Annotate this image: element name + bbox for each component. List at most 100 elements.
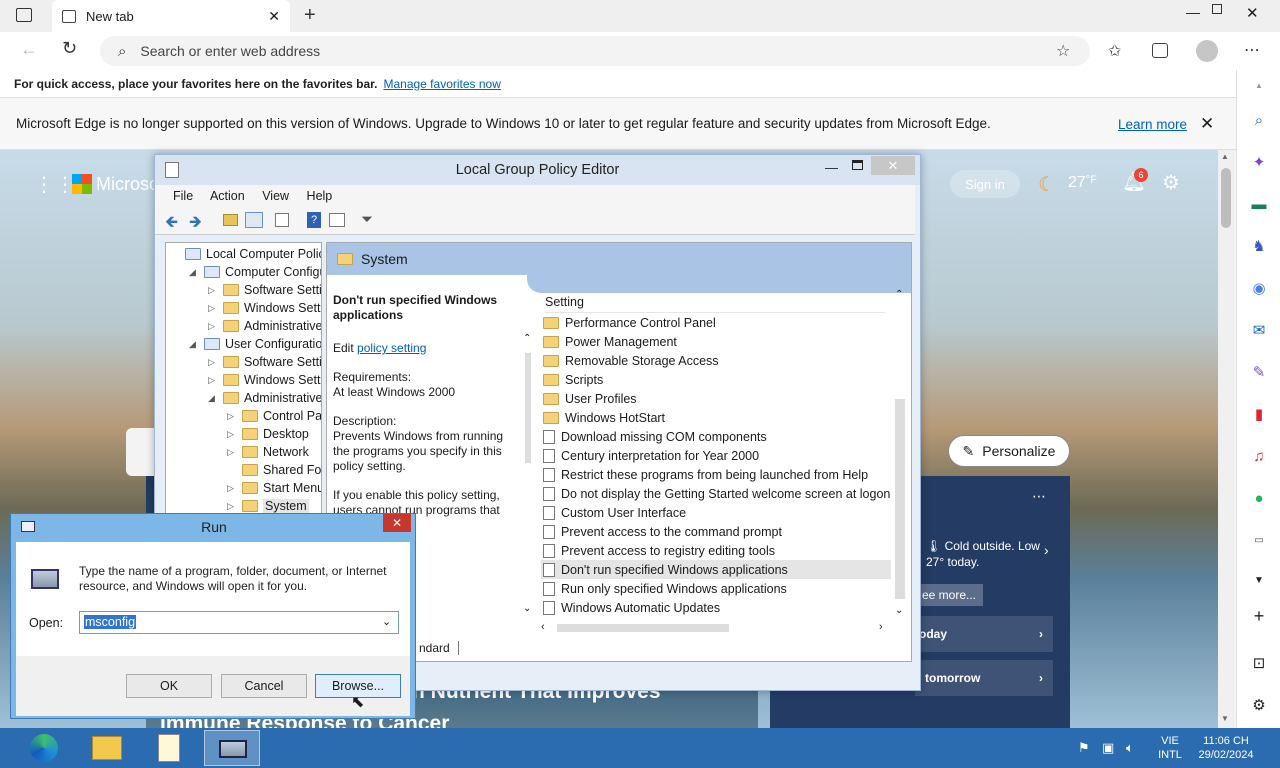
tree-item[interactable]: ▷ Start Menu ar — [227, 481, 321, 495]
setting-row[interactable]: Do not display the Getting Started welco… — [541, 484, 891, 503]
tomorrow-row[interactable]: tomorrow › — [915, 660, 1053, 696]
properties-icon[interactable] — [329, 213, 345, 227]
settings-gear-icon[interactable]: ⚙ — [1162, 170, 1180, 195]
minimize-icon[interactable]: — — [1186, 4, 1200, 20]
sidebar-scroll-up-icon[interactable]: ▲ — [1249, 76, 1269, 96]
tree-expand-icon[interactable]: ▷ — [227, 483, 237, 494]
setting-row[interactable]: User Profiles — [541, 389, 891, 408]
add-favorite-icon[interactable]: ☆ — [1056, 41, 1070, 61]
menu-view[interactable]: View — [262, 189, 289, 203]
gp-minimize-icon[interactable]: — — [825, 160, 838, 175]
close-info-icon[interactable]: ✕ — [1200, 114, 1214, 134]
list-scroll-down-icon[interactable]: ⌄ — [895, 605, 903, 616]
open-combobox[interactable]: msconfig ⌄ — [79, 611, 399, 634]
list-scroll-thumb[interactable] — [895, 399, 905, 599]
tree-expand-icon[interactable]: ◢ — [189, 339, 199, 350]
hscroll-right-icon[interactable]: › — [879, 621, 883, 633]
setting-row[interactable]: Restrict these programs from being launc… — [541, 465, 891, 484]
setting-row[interactable]: Performance Control Panel — [541, 313, 891, 332]
card-more-icon[interactable]: ⋯ — [1032, 488, 1046, 505]
sidebar-add-icon[interactable]: + — [1249, 606, 1269, 626]
gp-close-button[interactable]: ✕ — [871, 156, 915, 175]
tree-item[interactable]: ◢ Administrative Te — [208, 391, 321, 405]
notepad-taskbar-icon[interactable] — [158, 734, 180, 762]
forward-arrow-icon[interactable]: 🡺 — [189, 211, 202, 238]
tree-item[interactable]: ◢ User Configuration — [189, 337, 321, 351]
restore-icon[interactable] — [1212, 4, 1222, 14]
learn-more-link[interactable]: Learn more — [1118, 117, 1187, 132]
tree-item[interactable]: ◢ Computer Configura — [189, 265, 321, 279]
back-arrow-icon[interactable]: 🡸 — [165, 211, 178, 238]
file-explorer-taskbar-icon[interactable] — [92, 736, 122, 760]
scroll-up-icon[interactable]: ▲ — [1221, 152, 1229, 161]
menu-help[interactable]: Help — [307, 189, 333, 203]
sidebar-search-icon[interactable]: ⌕ — [1249, 111, 1269, 131]
collections-icon[interactable] — [1152, 43, 1168, 58]
tab-actions-icon[interactable] — [16, 8, 32, 22]
tidal-icon[interactable]: ▭ — [1249, 531, 1269, 551]
more-options-icon[interactable]: ⋯ — [1244, 40, 1260, 60]
music-icon[interactable]: ♫ — [1249, 447, 1269, 467]
setting-row[interactable]: Windows Automatic Updates — [541, 598, 891, 617]
desc-scroll-down-icon[interactable]: ⌄ — [523, 603, 531, 614]
gp-maximize-icon[interactable] — [852, 160, 863, 170]
list-scrollbar[interactable]: ⌃ ⌄ — [893, 289, 907, 619]
setting-row[interactable]: Don't run specified Windows applications — [541, 560, 891, 579]
run-close-button[interactable]: ✕ — [383, 514, 411, 532]
tree-item[interactable]: ▷ Windows Setting — [208, 373, 321, 387]
office-icon[interactable]: ◉ — [1249, 279, 1269, 299]
tree-expand-icon[interactable]: ▷ — [227, 429, 237, 440]
setting-row[interactable]: Download missing COM components — [541, 427, 891, 446]
setting-column-header[interactable]: Setting — [545, 293, 885, 313]
shopping-icon[interactable]: ▬ — [1249, 195, 1269, 215]
setting-row[interactable]: Prevent access to the command prompt — [541, 522, 891, 541]
tree-expand-icon[interactable]: ▷ — [227, 447, 237, 458]
page-scrollbar[interactable]: ▲ ▼ — [1218, 150, 1234, 728]
address-bar[interactable]: ⌕ Search or enter web address — [100, 36, 1090, 66]
tray-volume-icon[interactable]: 🔈︎ — [1126, 740, 1134, 756]
close-tab-icon[interactable]: ✕ — [268, 8, 280, 25]
setting-row[interactable]: Custom User Interface — [541, 503, 891, 522]
filter-icon[interactable]: ⏷ — [361, 211, 373, 228]
help-icon[interactable]: ? — [307, 212, 321, 228]
tree-item[interactable]: ▷ Software Settings — [208, 355, 321, 369]
setting-row[interactable]: Removable Storage Access — [541, 351, 891, 370]
scroll-down-icon[interactable]: ▼ — [1221, 714, 1229, 723]
tree-expand-icon[interactable]: ▷ — [208, 285, 218, 296]
ok-button[interactable]: OK — [126, 674, 212, 698]
tree-expand-icon[interactable]: ▷ — [208, 321, 218, 332]
personalize-button[interactable]: ✎ Personalize — [948, 435, 1070, 467]
up-folder-icon[interactable] — [223, 214, 238, 226]
favorites-icon[interactable]: ✩ — [1108, 41, 1121, 61]
desc-scroll-thumb[interactable] — [525, 353, 531, 463]
tree-expand-icon[interactable]: ▷ — [208, 357, 218, 368]
tree-expand-icon[interactable]: ▷ — [227, 411, 237, 422]
tab-new-tab[interactable]: New tab ✕ — [52, 0, 290, 32]
menu-file[interactable]: File — [173, 189, 193, 203]
chart-app-icon[interactable]: ▮ — [1249, 405, 1269, 425]
tab-standard[interactable]: ndard — [417, 641, 459, 655]
tray-network-icon[interactable]: ▣ — [1102, 740, 1114, 756]
tree-expand-icon[interactable]: ▷ — [208, 375, 218, 386]
description-scrollbar[interactable]: ⌃ ⌄ — [523, 333, 533, 623]
input-language[interactable]: VIE INTL — [1152, 734, 1188, 762]
copilot-icon[interactable]: ✦ — [1249, 153, 1269, 173]
tree-item[interactable]: ▷ Software Settings — [208, 283, 321, 297]
sidebar-split-icon[interactable]: ⊡ — [1249, 654, 1269, 674]
clock[interactable]: 11:06 CH 29/02/2024 — [1194, 734, 1258, 762]
desc-scroll-up-icon[interactable]: ⌃ — [523, 333, 531, 344]
tree-item[interactable]: ▷ Windows Setting — [208, 301, 321, 315]
today-row[interactable]: oday › — [915, 616, 1053, 652]
sidebar-settings-icon[interactable]: ⚙ — [1249, 696, 1269, 716]
menu-action[interactable]: Action — [210, 189, 245, 203]
tree-item[interactable]: ▷ Administrative Te — [208, 319, 321, 333]
tree-item[interactable]: Shared Folder — [227, 463, 321, 477]
tree-expand-icon[interactable]: ▷ — [208, 303, 218, 314]
outlook-icon[interactable]: ✉ — [1249, 321, 1269, 341]
hscroll-left-icon[interactable]: ‹ — [541, 621, 545, 633]
tree-expand-icon[interactable]: ◢ — [189, 267, 199, 278]
setting-row[interactable]: Century interpretation for Year 2000 — [541, 446, 891, 465]
new-tab-icon[interactable]: + — [304, 4, 316, 27]
setting-row[interactable]: Windows HotStart — [541, 408, 891, 427]
close-window-icon[interactable]: ✕ — [1246, 4, 1259, 22]
